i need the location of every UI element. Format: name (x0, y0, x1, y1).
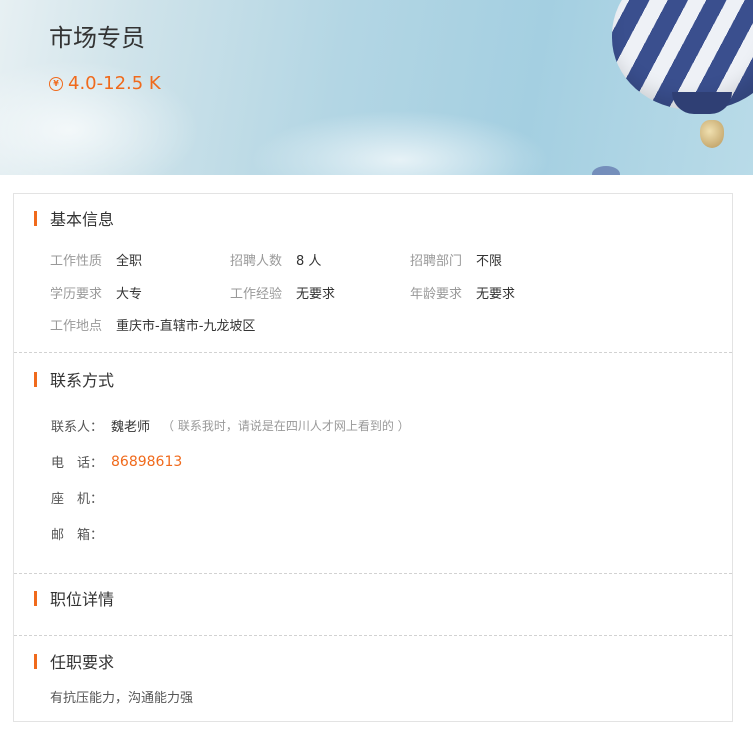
banner-cloud (250, 110, 550, 175)
contact-person-label: 联系人： (51, 420, 104, 435)
info-value: 无要求 (296, 287, 336, 302)
info-headcount: 招聘人数 8 人 (230, 250, 410, 269)
currency-circle-icon: ¥ (49, 76, 63, 91)
section-marker (34, 590, 37, 606)
job-detail-card: 基本信息 工作性质 全职 招聘人数 8 人 招聘部门 不限 学历要求 大专 工作… (13, 193, 733, 722)
salary-value: 4.0-12.5 K (68, 73, 161, 94)
info-label: 工作地点 (50, 319, 103, 334)
info-value: 全职 (116, 254, 143, 269)
info-label: 招聘人数 (230, 254, 283, 269)
contact-email-row: 邮 箱： (51, 524, 111, 543)
job-details-section: 职位详情 (14, 573, 732, 635)
header-banner: 市场专员 ¥ 4.0-12.5 K (0, 0, 753, 175)
contact-title: 联系方式 (50, 371, 115, 390)
job-details-title: 职位详情 (50, 590, 115, 609)
section-title: 联系方式 (34, 367, 114, 391)
info-value: 重庆市-直辖市-九龙坡区 (116, 319, 256, 334)
contact-landline-row: 座 机： (51, 488, 111, 507)
contact-note: （ 联系我时，请说是在四川人才网上看到的 ） (162, 419, 410, 433)
info-age: 年龄要求 无要求 (410, 283, 515, 302)
balloon-skirt (672, 92, 732, 114)
requirements-section: 任职要求 有抗压能力，沟通能力强 (14, 635, 732, 721)
info-label: 年龄要求 (410, 287, 463, 302)
basic-info-title: 基本信息 (50, 210, 115, 229)
info-row: 工作性质 全职 招聘人数 8 人 招聘部门 不限 (50, 250, 502, 269)
info-value: 8 人 (296, 254, 322, 269)
section-marker (34, 210, 37, 226)
salary: ¥ 4.0-12.5 K (49, 73, 161, 94)
requirements-text: 有抗压能力，沟通能力强 (50, 691, 194, 706)
basic-info-section: 基本信息 工作性质 全职 招聘人数 8 人 招聘部门 不限 学历要求 大专 工作… (14, 194, 732, 352)
contact-person-value: 魏老师 (111, 420, 151, 435)
info-label: 学历要求 (50, 287, 103, 302)
contact-phone-value[interactable]: 86898613 (111, 454, 182, 470)
info-job-type: 工作性质 全职 (50, 250, 230, 269)
job-title: 市场专员 (49, 24, 145, 52)
info-label: 工作经验 (230, 287, 283, 302)
info-label: 招聘部门 (410, 254, 463, 269)
small-balloon-illustration (592, 166, 620, 175)
balloon-basket (700, 120, 724, 148)
info-value: 无要求 (476, 287, 516, 302)
section-title: 任职要求 (34, 649, 114, 673)
section-title: 职位详情 (34, 586, 114, 610)
contact-phone-label: 电 话： (51, 456, 104, 471)
info-education: 学历要求 大专 (50, 283, 230, 302)
info-location: 工作地点 重庆市-直辖市-九龙坡区 (50, 315, 255, 334)
section-marker (34, 371, 37, 387)
contact-phone-row: 电 话： 86898613 (51, 452, 182, 472)
contact-person-row: 联系人： 魏老师 （ 联系我时，请说是在四川人才网上看到的 ） (51, 416, 410, 435)
section-marker (34, 653, 37, 669)
info-value: 不限 (476, 254, 503, 269)
info-row: 学历要求 大专 工作经验 无要求 年龄要求 无要求 (50, 283, 515, 302)
info-department: 招聘部门 不限 (410, 250, 502, 269)
contact-section: 联系方式 联系人： 魏老师 （ 联系我时，请说是在四川人才网上看到的 ） 电 话… (14, 352, 732, 573)
info-row: 工作地点 重庆市-直辖市-九龙坡区 (50, 315, 255, 334)
requirements-title: 任职要求 (50, 653, 115, 672)
info-value: 大专 (116, 287, 143, 302)
info-label: 工作性质 (50, 254, 103, 269)
contact-email-label: 邮 箱： (51, 528, 104, 543)
info-experience: 工作经验 无要求 (230, 283, 410, 302)
contact-landline-label: 座 机： (51, 492, 104, 507)
section-title: 基本信息 (34, 206, 114, 230)
